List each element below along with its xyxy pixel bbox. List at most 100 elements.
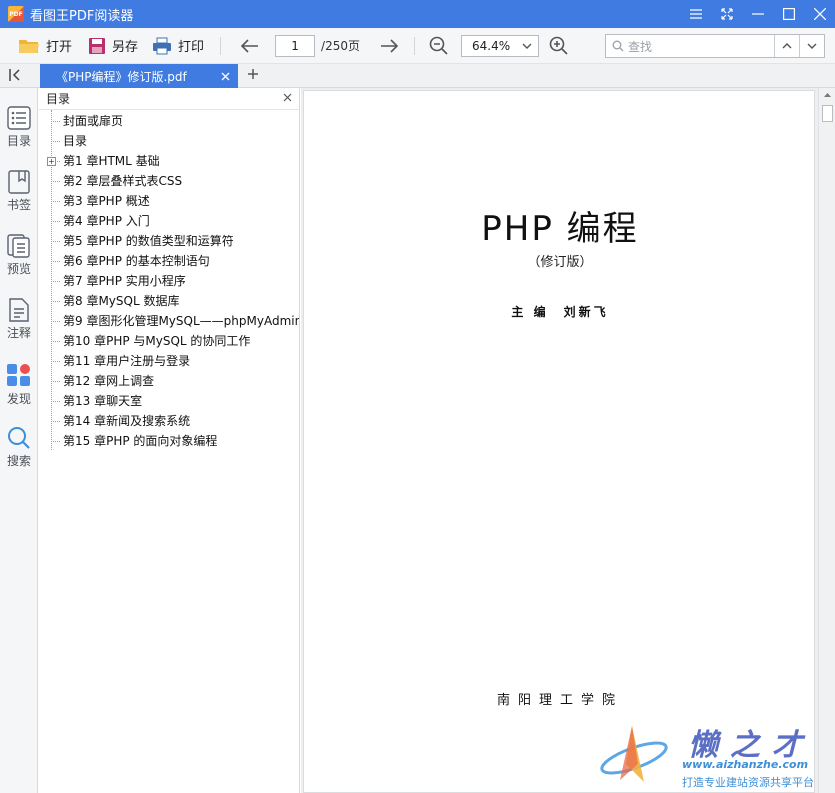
toc-item[interactable]: 第7 章PHP 实用小程序 [39, 271, 299, 291]
document-publisher: 南阳理工学院 [496, 693, 623, 708]
toc-item[interactable]: 第9 章图形化管理MySQL——phpMyAdmin [39, 311, 299, 331]
sidebar-item-discover[interactable]: 发现 [0, 362, 38, 407]
toolbar: 打开 另存 打印 1 /250页 64.4% 查找 [0, 28, 835, 64]
collapse-panel-icon [9, 69, 20, 81]
close-button[interactable] [804, 0, 835, 28]
toc-item[interactable]: 第8 章MySQL 数据库 [39, 291, 299, 311]
list-icon [7, 106, 31, 130]
sidebar-item-label: 发现 [6, 392, 31, 406]
search-input[interactable]: 查找 [628, 38, 774, 55]
expand-icon[interactable]: + [47, 157, 56, 166]
apps-icon [7, 364, 30, 386]
toc-item[interactable]: 第15 章PHP 的面向对象编程 [39, 431, 299, 451]
toc-item[interactable]: 第2 章层叠样式表CSS [39, 171, 299, 191]
toc-item[interactable]: 第5 章PHP 的数值类型和运算符 [39, 231, 299, 251]
toc-item[interactable]: 目录 [39, 131, 299, 151]
search-previous-button[interactable] [774, 35, 799, 57]
page-number-input[interactable]: 1 [275, 34, 316, 57]
toc-item[interactable]: 第10 章PHP 与MySQL 的协同工作 [39, 331, 299, 351]
watermark-slogan: 打造专业建站资源共享平台 [682, 776, 814, 789]
previous-page-button[interactable] [235, 32, 265, 60]
arrow-right-icon [381, 38, 398, 53]
toc-item[interactable]: 第12 章网上调查 [39, 371, 299, 391]
window-title: 看图王PDF阅读器 [30, 8, 134, 24]
document-title: PHP 编程 [481, 209, 639, 249]
next-page-button[interactable] [374, 32, 404, 60]
toc-item[interactable]: 封面或扉页 [39, 111, 299, 131]
close-icon [813, 8, 826, 20]
search-icon [612, 40, 624, 52]
toc-item[interactable]: 第13 章聊天室 [39, 391, 299, 411]
search-box[interactable]: 查找 [605, 34, 825, 58]
tab-bar: 《PHP编程》修订版.pdf [0, 64, 835, 88]
annotation-icon [9, 298, 29, 322]
printer-icon [153, 37, 172, 54]
toc-item[interactable]: 第14 章新闻及搜索系统 [39, 411, 299, 431]
sidebar-item-label: 预览 [6, 262, 31, 276]
open-label: 打开 [46, 40, 73, 55]
print-label: 打印 [178, 40, 205, 55]
save-as-button[interactable]: 另存 [82, 32, 144, 60]
save-icon [89, 37, 106, 54]
document-subtitle: （修订版） [527, 255, 593, 270]
maximize-icon [782, 8, 795, 20]
chevron-up-icon [824, 93, 831, 97]
plus-icon [248, 69, 258, 79]
minimize-icon [751, 13, 764, 15]
search-next-button[interactable] [799, 35, 824, 57]
toc-title: 目录 [46, 92, 71, 106]
chevron-down-icon [807, 43, 817, 49]
chevron-down-icon [522, 43, 532, 49]
sidebar-item-bookmarks[interactable]: 书签 [0, 170, 38, 213]
watermark-logo [600, 726, 668, 782]
close-panel-icon [283, 93, 292, 102]
arrow-left-icon [241, 38, 259, 53]
toc-item[interactable]: 第11 章用户注册与登录 [39, 351, 299, 371]
zoom-out-icon [429, 36, 448, 55]
toc-panel: 目录 封面或扉页 目录 + 第1 章HTML 基础 第2 章层叠样式表CSS 第3… [39, 88, 300, 793]
watermark: 懒之才 www.aizhanzhe.com 打造专业建站资源共享平台 [596, 718, 835, 793]
sidebar-item-preview[interactable]: 预览 [0, 234, 38, 277]
app-logo: PDF [8, 6, 24, 22]
open-button[interactable]: 打开 [12, 32, 78, 60]
zoom-value: 64.4% [472, 38, 511, 53]
toc-item[interactable]: + 第1 章HTML 基础 [39, 151, 299, 171]
sidebar-item-label: 搜索 [6, 454, 31, 468]
zoom-out-button[interactable] [423, 32, 455, 60]
watermark-url: www.aizhanzhe.com [682, 758, 809, 771]
document-tab[interactable]: 《PHP编程》修订版.pdf [40, 64, 238, 88]
fullscreen-icon [720, 8, 733, 20]
toc-item[interactable]: 第4 章PHP 入门 [39, 211, 299, 231]
close-tab-icon [221, 72, 230, 81]
toc-item[interactable]: 第6 章PHP 的基本控制语句 [39, 251, 299, 271]
document-author: 主 编 刘新飞 [511, 305, 609, 319]
thumbnails-icon [7, 234, 30, 258]
toc-header: 目录 [39, 88, 299, 110]
toggle-sidebar-button[interactable] [8, 68, 24, 85]
zoom-in-button[interactable] [543, 32, 575, 60]
print-button[interactable]: 打印 [146, 32, 210, 60]
menu-icon [689, 9, 702, 19]
page-total: /250页 [321, 39, 360, 53]
document-tab-label: 《PHP编程》修订版.pdf [56, 69, 187, 84]
zoom-select[interactable]: 64.4% [461, 34, 539, 57]
scroll-thumb[interactable] [822, 105, 833, 122]
zoom-in-icon [549, 36, 568, 55]
sidebar-item-toc[interactable]: 目录 [0, 106, 38, 149]
toc-item[interactable]: 第3 章PHP 概述 [39, 191, 299, 211]
toc-list: 封面或扉页 目录 + 第1 章HTML 基础 第2 章层叠样式表CSS 第3 章P… [39, 110, 299, 451]
sidebar-item-search[interactable]: 搜索 [0, 426, 38, 469]
new-tab-button[interactable] [246, 67, 260, 84]
vertical-scrollbar[interactable] [818, 88, 835, 793]
minimize-button[interactable] [742, 0, 773, 28]
left-sidebar: 目录 书签 预览 注释 发现 搜索 [0, 88, 38, 793]
title-bar: PDF 看图王PDF阅读器 [0, 0, 835, 28]
sidebar-item-annotations[interactable]: 注释 [0, 298, 38, 341]
fullscreen-button[interactable] [711, 0, 742, 28]
toolbar-divider [220, 36, 222, 55]
maximize-button[interactable] [773, 0, 804, 28]
menu-button[interactable] [680, 0, 711, 28]
folder-icon [19, 39, 39, 53]
chevron-up-icon [782, 43, 792, 49]
document-viewer[interactable]: PHP 编程 （修订版） 主 编 刘新飞 南阳理工学院 [301, 88, 835, 793]
